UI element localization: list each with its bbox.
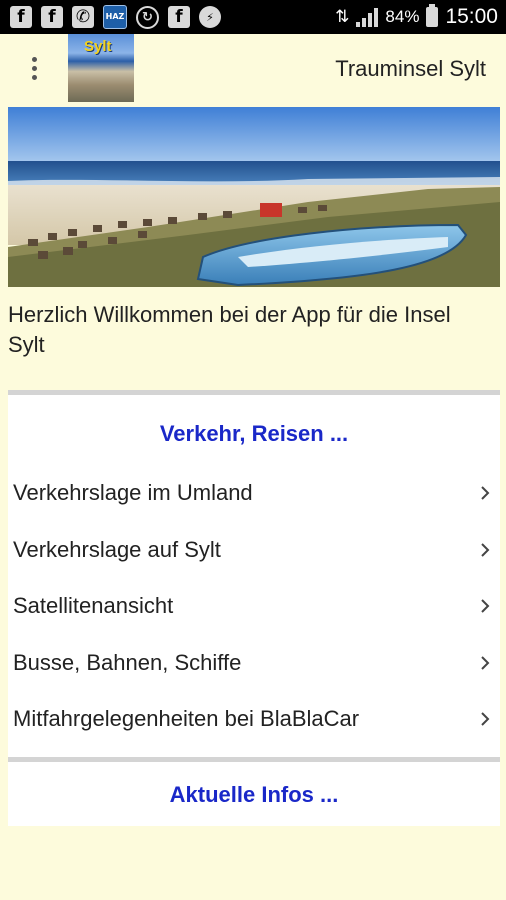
hero-beach-image (8, 107, 500, 287)
facebook-icon: f (41, 6, 63, 28)
list-item-label: Mitfahrgelegenheiten bei BlaBlaCar (13, 706, 360, 732)
sync-icon: ↻ (136, 5, 159, 29)
notification-icons: f f ✆ HAZ ↻ f ⚡ (0, 5, 221, 29)
list-item-label: Verkehrslage auf Sylt (13, 536, 221, 562)
status-bar: f f ✆ HAZ ↻ f ⚡ ⇅ 84% 15:00 (0, 0, 506, 34)
signal-icon (356, 7, 379, 27)
facebook-icon: f (10, 6, 32, 28)
dot (31, 74, 37, 80)
chevron-right-icon (481, 599, 490, 613)
chevron-right-icon (481, 543, 490, 557)
section-aktuelle-infos[interactable]: Aktuelle Infos ... (8, 757, 500, 826)
list-item-verkehrslage-umland[interactable]: Verkehrslage im Umland (8, 465, 500, 522)
section-verkehr-reisen: Verkehr, Reisen ... Verkehrslage im Umla… (8, 390, 500, 757)
battery-icon (426, 4, 439, 27)
list-item-busse-bahnen-schiffe[interactable]: Busse, Bahnen, Schiffe (8, 635, 500, 692)
battery-percent: 84% (385, 7, 420, 26)
welcome-text: Herzlich Willkommen bei der App für die … (8, 302, 451, 357)
list-item-satellitenansicht[interactable]: Satellitenansicht (8, 578, 500, 635)
messenger-icon: ⚡ (199, 6, 221, 28)
overflow-menu-button[interactable] (18, 48, 50, 88)
network-icon: ⇅ (335, 7, 350, 26)
haz-app-icon: HAZ (103, 5, 127, 29)
app-title: Trauminsel Sylt (335, 56, 486, 81)
facebook-icon: f (168, 6, 190, 28)
app-logo: Sylt (68, 34, 134, 102)
section-header: Aktuelle Infos ... (169, 782, 339, 807)
dot (31, 56, 37, 62)
chevron-right-icon (481, 712, 490, 726)
chevron-right-icon (481, 486, 490, 500)
dot (31, 65, 37, 71)
list-item-label: Verkehrslage im Umland (13, 480, 253, 506)
whatsapp-icon: ✆ (72, 6, 94, 28)
list-item-label: Satellitenansicht (13, 593, 174, 619)
list-item-label: Busse, Bahnen, Schiffe (13, 649, 242, 675)
list-item-verkehrslage-sylt[interactable]: Verkehrslage auf Sylt (8, 522, 500, 579)
logo-text: Sylt (84, 38, 112, 55)
section-header: Verkehr, Reisen ... (159, 421, 349, 446)
clock: 15:00 (445, 5, 498, 28)
chevron-right-icon (481, 656, 490, 670)
list-item-mitfahrgelegenheiten[interactable]: Mitfahrgelegenheiten bei BlaBlaCar (8, 691, 500, 748)
